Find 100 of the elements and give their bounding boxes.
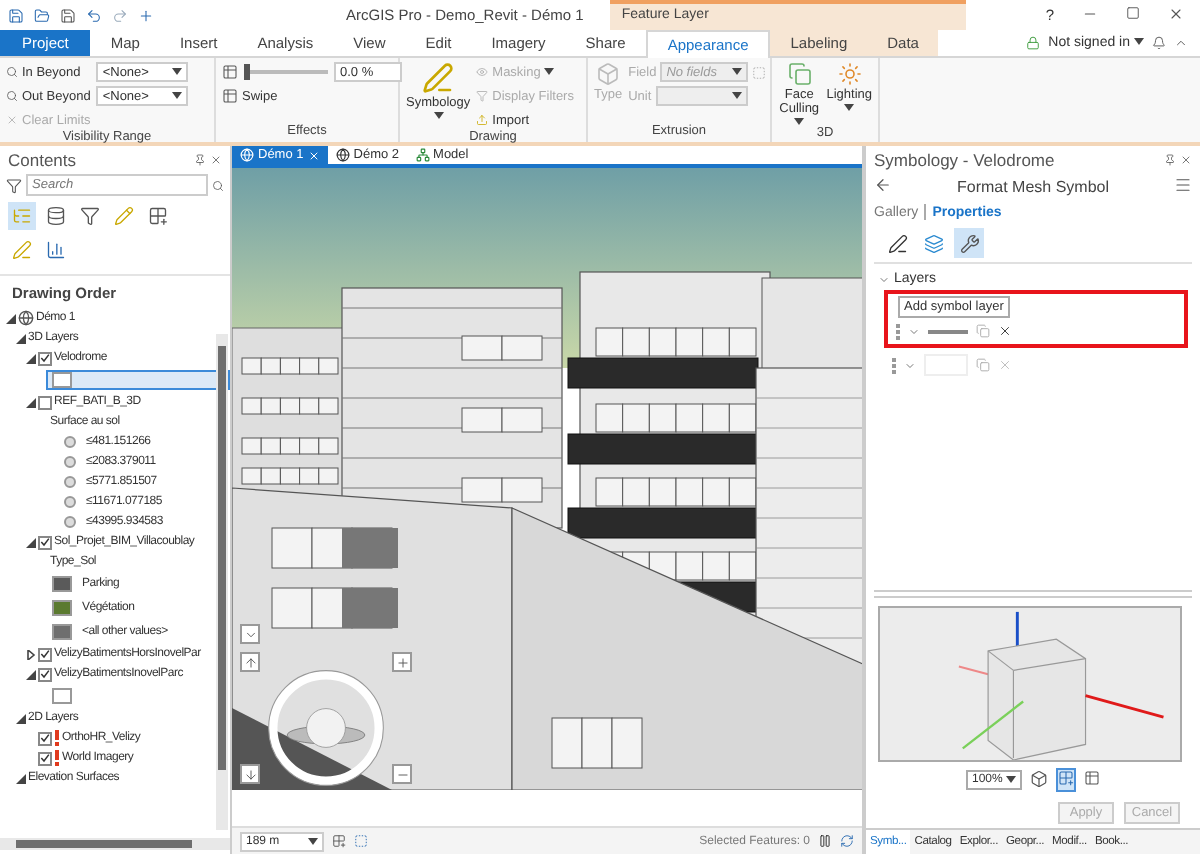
warning-icon xyxy=(54,750,60,766)
symbology-icon xyxy=(422,62,455,94)
filter-icon xyxy=(476,90,489,102)
legend-swatch[interactable] xyxy=(64,476,76,488)
pencil-icon xyxy=(12,240,32,260)
warning-icon xyxy=(54,730,60,746)
pin-icon xyxy=(194,153,206,165)
caret-icon xyxy=(172,68,183,76)
stroke-swatch xyxy=(928,329,968,333)
layer-checkbox[interactable] xyxy=(38,351,52,365)
charts-tab[interactable] xyxy=(42,236,70,264)
bell-icon xyxy=(1152,35,1166,49)
chevron-down-icon xyxy=(243,627,257,641)
frame-button[interactable] xyxy=(1084,770,1100,790)
caret-icon xyxy=(172,92,183,100)
symbol-tab[interactable] xyxy=(954,228,984,258)
collapse-arrow-icon[interactable] xyxy=(24,536,36,548)
cube-icon xyxy=(1030,769,1048,787)
move-icon xyxy=(138,7,154,23)
expand-arrow-icon[interactable] xyxy=(24,648,36,660)
legend-swatch[interactable] xyxy=(64,496,76,508)
menu-button[interactable] xyxy=(1174,175,1192,197)
close-icon xyxy=(1168,5,1184,21)
refresh-icon xyxy=(840,834,854,848)
caret-icon xyxy=(433,112,444,121)
legend-swatch[interactable] xyxy=(52,576,72,592)
source-tab[interactable] xyxy=(42,202,70,230)
scrollbar[interactable] xyxy=(0,838,230,850)
layer-checkbox[interactable] xyxy=(38,395,52,409)
snapping-tab[interactable] xyxy=(144,202,172,230)
tilt-up-button[interactable] xyxy=(240,652,260,672)
collapse-arrow-icon[interactable] xyxy=(14,772,26,784)
grid-icon xyxy=(1058,770,1074,786)
collapse-arrow-icon[interactable] xyxy=(14,712,26,724)
collapse-arrow-icon[interactable] xyxy=(24,668,36,680)
add-selection-icon xyxy=(332,834,346,848)
zoom-out-button[interactable] xyxy=(392,764,412,784)
close-icon[interactable] xyxy=(307,149,320,161)
import-icon xyxy=(476,114,489,126)
selection-tab[interactable] xyxy=(76,202,104,230)
caret-icon xyxy=(1134,38,1144,46)
layer-checkbox[interactable] xyxy=(38,731,52,745)
legend-swatch[interactable] xyxy=(52,372,72,388)
layer-checkbox[interactable] xyxy=(38,647,52,661)
close-icon xyxy=(210,153,222,165)
collapse-arrow-icon[interactable] xyxy=(24,352,36,364)
selected-legend-row[interactable] xyxy=(46,370,230,390)
save-icon xyxy=(60,7,76,23)
grid-toggle-button[interactable] xyxy=(1056,768,1076,792)
clear-icon xyxy=(6,114,18,126)
close-icon xyxy=(1180,153,1192,165)
caret-icon xyxy=(544,68,555,76)
zoom-in-button[interactable] xyxy=(392,652,412,672)
model-icon xyxy=(415,148,430,162)
slider-thumb[interactable] xyxy=(244,64,250,80)
legend-swatch[interactable] xyxy=(52,624,72,640)
list-tree-icon xyxy=(12,206,32,226)
pen-icon xyxy=(887,233,907,253)
undo-icon xyxy=(86,7,102,23)
delete-icon xyxy=(998,324,1012,338)
legend-swatch[interactable] xyxy=(52,600,72,616)
collapse-arrow-icon[interactable] xyxy=(4,312,16,324)
chevron-down-icon xyxy=(878,273,890,285)
copy-icon xyxy=(976,358,990,372)
caret-icon xyxy=(732,68,743,76)
tilt-down-button[interactable] xyxy=(240,764,260,784)
chevron-down-icon xyxy=(908,325,920,337)
legend-swatch[interactable] xyxy=(64,456,76,468)
back-icon xyxy=(874,175,892,193)
globe-icon xyxy=(18,310,34,326)
caret-icon xyxy=(731,92,742,100)
globe-icon xyxy=(335,148,350,162)
maximize-button[interactable] xyxy=(1126,6,1140,24)
view-dropdown-button[interactable] xyxy=(1030,769,1048,791)
scrollbar[interactable] xyxy=(216,334,228,830)
layer-checkbox[interactable] xyxy=(38,535,52,549)
layer-checkbox[interactable] xyxy=(38,751,52,765)
legend-swatch[interactable] xyxy=(52,688,72,704)
layer-checkbox[interactable] xyxy=(38,667,52,681)
layers-icon xyxy=(923,233,943,253)
open-folder-icon xyxy=(34,7,50,23)
copy-icon xyxy=(976,324,990,338)
face-culling-icon xyxy=(787,62,812,86)
collapse-ribbon-icon xyxy=(1174,35,1188,49)
collapse-arrow-icon[interactable] xyxy=(14,332,26,344)
pause-icon xyxy=(818,834,832,848)
pane-title: Contents xyxy=(8,149,77,169)
legend-swatch[interactable] xyxy=(64,516,76,528)
filter-icon xyxy=(80,206,100,226)
navigator-icon[interactable] xyxy=(266,668,386,788)
plus-icon xyxy=(395,655,409,669)
grid-plus-icon xyxy=(148,206,168,226)
back-button[interactable] xyxy=(874,175,892,197)
maximize-icon xyxy=(1126,6,1140,20)
legend-swatch[interactable] xyxy=(64,436,76,448)
arrow-down-icon xyxy=(243,767,257,781)
search-icon xyxy=(212,179,224,191)
lock-icon xyxy=(1026,35,1041,49)
collapse-button[interactable] xyxy=(240,624,260,644)
collapse-arrow-icon[interactable] xyxy=(24,396,36,408)
